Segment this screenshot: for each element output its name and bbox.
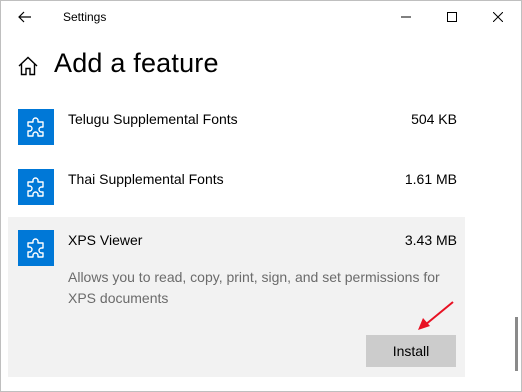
- home-icon: [18, 56, 38, 76]
- puzzle-piece-icon: [27, 177, 44, 197]
- close-button[interactable]: [475, 1, 521, 33]
- feature-tile: [18, 109, 54, 145]
- back-button[interactable]: [9, 3, 41, 31]
- window-title: Settings: [63, 10, 107, 24]
- feature-tile: [18, 230, 54, 266]
- feature-name: XPS Viewer: [68, 232, 143, 248]
- maximize-icon: [447, 12, 457, 22]
- feature-size: 504 KB: [411, 111, 457, 127]
- puzzle-piece-icon: [27, 238, 44, 258]
- puzzle-piece-icon: [27, 117, 44, 137]
- feature-description: Allows you to read, copy, print, sign, a…: [68, 269, 440, 306]
- title-bar: Settings: [1, 1, 521, 33]
- feature-size: 3.43 MB: [404, 232, 457, 248]
- back-arrow-icon: [18, 11, 31, 23]
- minimize-button[interactable]: [383, 1, 429, 33]
- install-button[interactable]: Install: [366, 335, 456, 367]
- maximize-button[interactable]: [429, 1, 475, 33]
- settings-window: Settings Add a feature Telugu Supplement…: [0, 0, 522, 392]
- scrollbar-thumb[interactable]: [515, 317, 518, 371]
- feature-item-thai[interactable]: Thai Supplemental Fonts 1.61 MB: [8, 161, 465, 211]
- page-title: Add a feature: [54, 48, 219, 78]
- feature-item-telugu[interactable]: Telugu Supplemental Fonts 504 KB: [8, 101, 465, 151]
- feature-name: Telugu Supplemental Fonts: [68, 111, 238, 127]
- minimize-icon: [401, 16, 411, 18]
- home-button[interactable]: [17, 55, 39, 77]
- close-icon: [493, 12, 503, 22]
- feature-item-xps-viewer[interactable]: XPS Viewer 3.43 MB Allows you to read, c…: [8, 217, 465, 377]
- feature-name: Thai Supplemental Fonts: [68, 171, 224, 187]
- annotation-arrow-icon: [418, 301, 454, 330]
- feature-size: 1.61 MB: [404, 171, 457, 187]
- feature-tile: [18, 169, 54, 205]
